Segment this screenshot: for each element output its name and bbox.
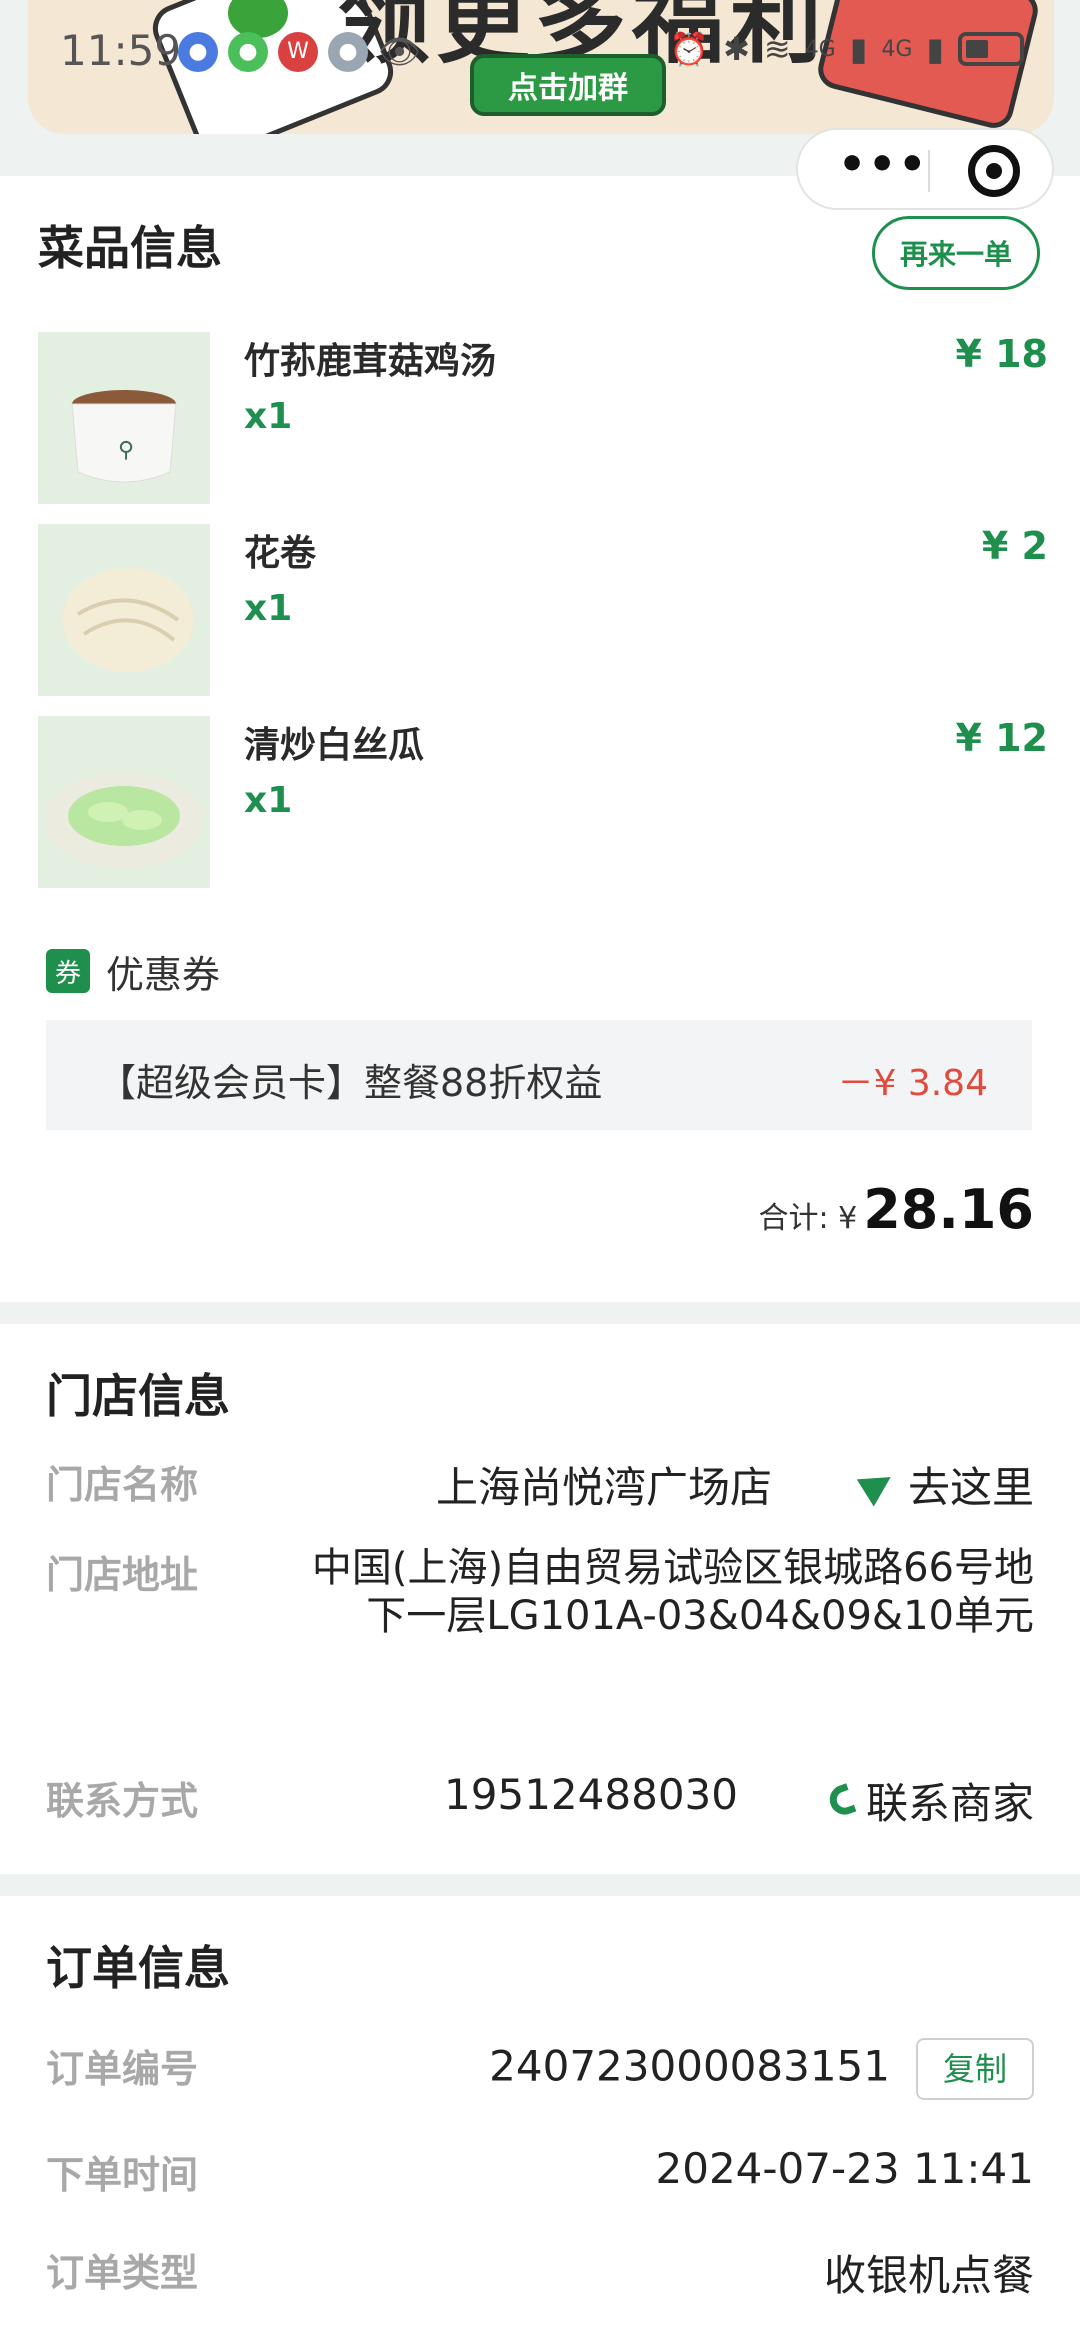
store-info-card: 门店信息 门店名称 上海尚悦湾广场店 去这里 门店地址 中国(上海)自由贸易试验… <box>0 1324 1080 1874</box>
order-time-row: 下单时间 2024-07-23 11:41 <box>46 2144 1034 2204</box>
dish-quantity: x1 <box>244 396 293 437</box>
close-miniprogram-icon[interactable] <box>968 145 1020 197</box>
navigate-link-label: 去这里 <box>907 1463 1034 1512</box>
store-address-row: 门店地址 中国(上海)自由贸易试验区银城路66号地下一层LG101A-03&04… <box>46 1544 1034 1694</box>
store-section-title: 门店信息 <box>46 1369 230 1423</box>
capsule-divider <box>928 150 930 192</box>
coupon-label: 优惠券 <box>106 952 221 997</box>
store-address-label: 门店地址 <box>46 1553 199 1597</box>
contact-merchant-link[interactable]: 联系商家 <box>825 1770 1034 1831</box>
battery-icon <box>958 32 1024 66</box>
coupon-icon: 券 <box>46 949 90 993</box>
store-name-label: 门店名称 <box>46 1463 199 1507</box>
wifi-icon: ≋ <box>763 30 791 68</box>
dish-item[interactable]: 花卷 x1 ¥ 2 <box>38 524 1048 696</box>
order-time-label: 下单时间 <box>46 2153 199 2197</box>
dish-name: 清炒白丝瓜 <box>244 725 425 766</box>
store-address-value: 中国(上海)自由贸易试验区银城路66号地下一层LG101A-03&04&09&1… <box>311 1545 1034 1639</box>
order-number-label: 订单编号 <box>46 2047 199 2091</box>
coupon-row: 【超级会员卡】整餐88折权益 －¥ 3.84 <box>46 1020 1032 1130</box>
contact-merchant-label: 联系商家 <box>865 1779 1034 1828</box>
coupon-name: 【超级会员卡】整餐88折权益 <box>98 1061 603 1105</box>
dish-price: ¥ 18 <box>955 332 1048 376</box>
wechat-icon: ● <box>228 32 268 72</box>
svg-text:⚲: ⚲ <box>118 438 134 463</box>
copy-button[interactable]: 复制 <box>916 2038 1034 2100</box>
dish-quantity: x1 <box>244 780 293 821</box>
order-number-row: 订单编号 240723000083151 复制 <box>46 2038 1034 2108</box>
menu-section-title: 菜品信息 <box>38 221 222 275</box>
notification-icons: ● ● W ● 👁 <box>178 32 422 72</box>
status-time: 11:59 <box>60 26 182 75</box>
contact-label: 联系方式 <box>46 1779 199 1823</box>
order-total: 合计: ¥ 28.16 <box>758 1178 1034 1241</box>
coupon-header: 券 优惠券 <box>46 948 220 997</box>
order-section-title: 订单信息 <box>46 1941 230 1995</box>
status-bar: 11:59 ● ● W ● 👁 ⏰ ✱ ≋ 4G ▮ 4G ▮ <box>0 24 1080 80</box>
dish-price: ¥ 12 <box>955 716 1048 760</box>
dish-item[interactable]: ⚲ 竹荪鹿茸菇鸡汤 x1 ¥ 18 <box>38 332 1048 504</box>
dish-image-loofah <box>38 716 210 888</box>
alarm-icon: ⏰ <box>669 30 710 68</box>
dish-quantity: x1 <box>244 588 293 629</box>
more-options-icon[interactable]: ••• <box>838 143 928 192</box>
system-icons: ⏰ ✱ ≋ 4G ▮ 4G ▮ <box>669 30 1024 68</box>
menu-card: 菜品信息 再来一单 ⚲ 竹荪鹿茸菇鸡汤 x1 ¥ 18 花卷 x1 ¥ 2 清炒… <box>0 176 1080 1302</box>
signal-label-1: 4G <box>804 36 836 62</box>
total-label: 合计: ¥ <box>758 1201 858 1236</box>
coupon-discount: －¥ 3.84 <box>837 1063 988 1104</box>
dish-image-bun <box>38 524 210 696</box>
order-type-row: 订单类型 收银机点餐 <box>46 2242 1034 2302</box>
weibo-icon: W <box>278 32 318 72</box>
bluetooth-icon: ✱ <box>723 30 750 68</box>
store-contact-row: 联系方式 19512488030 联系商家 <box>46 1770 1034 1830</box>
miniprogram-capsule: ••• <box>796 128 1054 210</box>
app-notification-icon: ● <box>178 32 218 72</box>
total-value: 28.16 <box>863 1178 1034 1241</box>
app-notification-icon-2: ● <box>328 32 368 72</box>
eye-icon: 👁 <box>378 32 422 72</box>
dish-name: 花卷 <box>244 533 317 574</box>
order-number-group: 240723000083151 复制 <box>489 2038 1034 2100</box>
order-time-value: 2024-07-23 11:41 <box>655 2144 1034 2193</box>
navigation-arrow-icon <box>856 1462 900 1507</box>
contact-phone: 19512488030 <box>444 1770 738 1819</box>
signal-icon: ▮ <box>849 30 868 68</box>
phone-icon <box>825 1782 857 1819</box>
dish-price: ¥ 2 <box>981 524 1048 568</box>
dish-item[interactable]: 清炒白丝瓜 x1 ¥ 12 <box>38 716 1048 888</box>
signal-icon-2: ▮ <box>926 30 944 68</box>
order-type-value: 收银机点餐 <box>823 2251 1034 2300</box>
signal-label-2: 4G <box>881 36 913 62</box>
dish-name: 竹荪鹿茸菇鸡汤 <box>244 341 497 382</box>
reorder-button[interactable]: 再来一单 <box>872 216 1040 290</box>
order-info-card: 订单信息 订单编号 240723000083151 复制 下单时间 2024-07… <box>0 1896 1080 2340</box>
store-name-row: 门店名称 上海尚悦湾广场店 去这里 <box>46 1454 1034 1514</box>
order-number-value: 240723000083151 <box>489 2041 890 2091</box>
order-type-label: 订单类型 <box>46 2251 199 2295</box>
navigate-link[interactable]: 去这里 <box>856 1454 1034 1515</box>
store-name-value: 上海尚悦湾广场店 <box>435 1463 772 1512</box>
dish-image-soup: ⚲ <box>38 332 210 504</box>
